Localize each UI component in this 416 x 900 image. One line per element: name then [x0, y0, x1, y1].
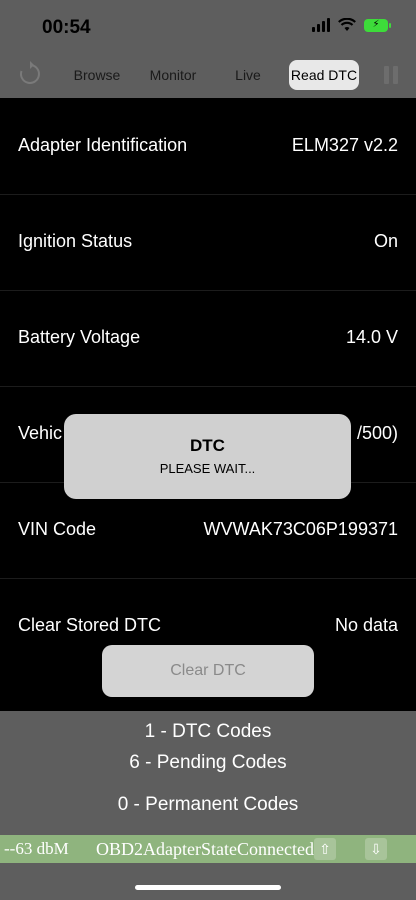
row-value: ELM327 v2.2	[291, 135, 398, 155]
tab-browse[interactable]: Browse	[66, 60, 128, 90]
tab-read-dtc[interactable]: Read DTC	[289, 60, 359, 90]
clear-dtc-button[interactable]: Clear DTC	[102, 645, 314, 697]
dialog-title: DTC	[190, 436, 225, 455]
tab-live[interactable]: Live	[224, 60, 272, 90]
cellular-signal-icon	[312, 18, 330, 32]
row-value: /500)	[356, 423, 398, 443]
charging-bolt-icon: ⚡	[372, 19, 380, 30]
pause-icon[interactable]	[384, 66, 398, 84]
row-value: 14.0 V	[345, 327, 398, 347]
status-icons: ⚡	[312, 18, 391, 32]
row-value: WVWAK73C06P199371	[203, 519, 398, 539]
status-bar: 00:54 ⚡	[0, 0, 416, 54]
home-indicator-area	[0, 863, 416, 900]
adapter-status-bar: --63 dbM OBD2AdapterStateConnected ⇧ ⇩	[0, 835, 416, 863]
battery-icon: ⚡	[364, 18, 391, 32]
refresh-icon[interactable]	[16, 60, 44, 88]
row-label: Ignition Status	[18, 231, 133, 251]
please-wait-dialog: DTC PLEASE WAIT...	[64, 414, 351, 499]
row-value: On	[373, 231, 398, 251]
row-battery-voltage: Battery Voltage 14.0 V	[0, 290, 416, 387]
row-label: Battery Voltage	[18, 327, 141, 347]
dialog-message: PLEASE WAIT...	[159, 461, 256, 476]
dtc-summary-panel: 1 - DTC Codes 6 - Pending Codes 0 - Perm…	[0, 711, 416, 835]
adapter-state-text: OBD2AdapterStateConnected	[96, 839, 314, 859]
row-value: No data	[334, 615, 398, 635]
row-adapter-identification: Adapter Identification ELM327 v2.2	[0, 98, 416, 195]
wifi-icon	[338, 18, 356, 31]
signal-strength-text: --63 dbM	[4, 839, 69, 858]
dtc-codes-count[interactable]: 1 - DTC Codes	[0, 721, 416, 743]
home-indicator[interactable]	[135, 885, 281, 890]
status-time: 00:54	[42, 17, 91, 38]
pending-codes-count[interactable]: 6 - Pending Codes	[0, 752, 416, 774]
permanent-codes-count[interactable]: 0 - Permanent Codes	[0, 794, 416, 816]
row-label: Vehic	[18, 423, 63, 443]
row-label: Clear Stored DTC	[18, 615, 162, 635]
row-ignition-status: Ignition Status On	[0, 194, 416, 291]
arrow-down-icon[interactable]: ⇩	[365, 838, 387, 860]
row-label: Adapter Identification	[18, 135, 188, 155]
tab-monitor[interactable]: Monitor	[142, 60, 204, 90]
toolbar: Browse Monitor Live Read DTC	[0, 54, 416, 98]
row-label: VIN Code	[18, 519, 97, 539]
arrow-up-icon[interactable]: ⇧	[314, 838, 336, 860]
